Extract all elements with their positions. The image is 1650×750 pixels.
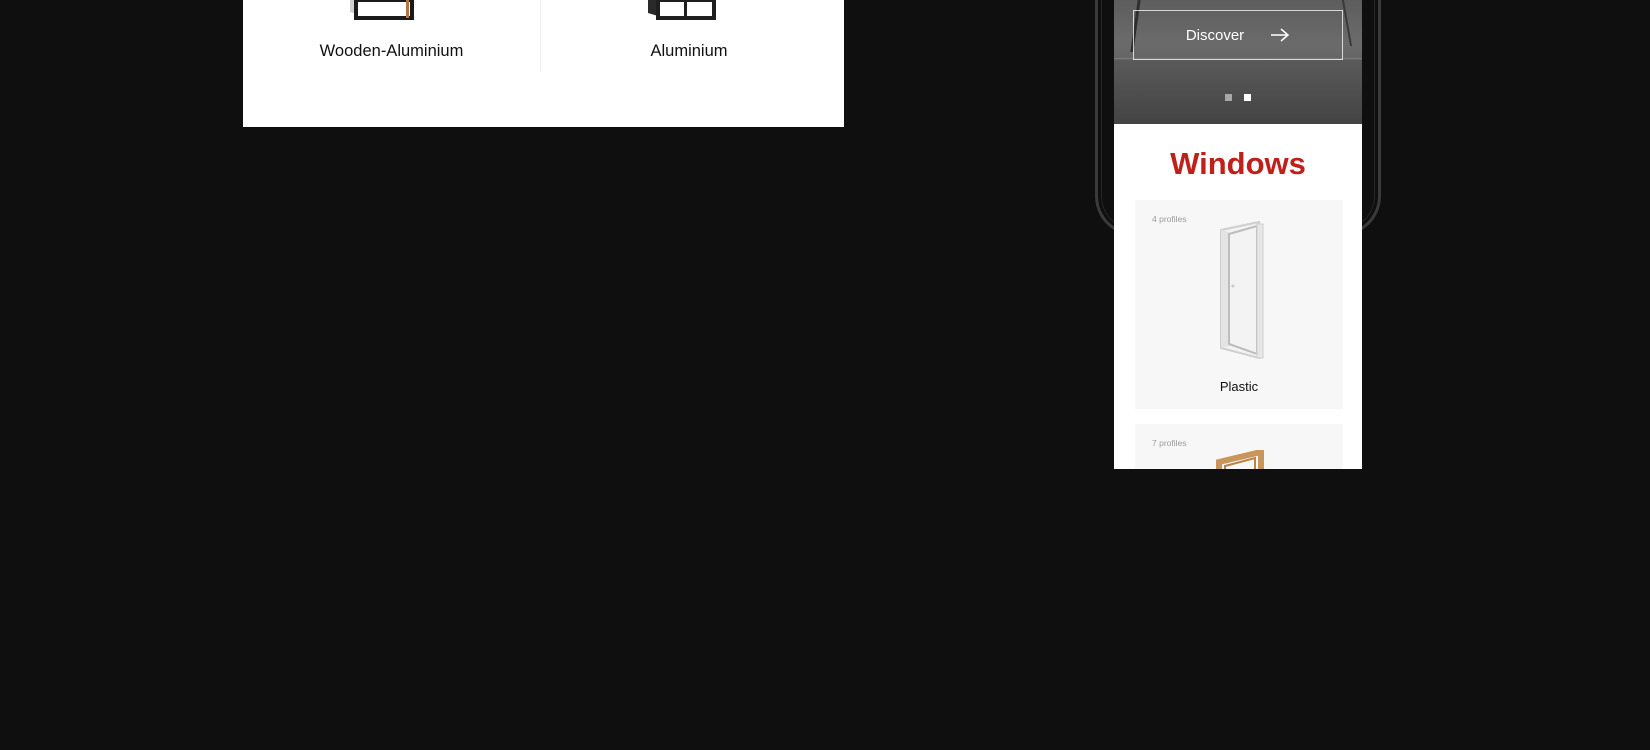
desktop-product-panel: Wooden-Aluminium Aluminium	[243, 0, 844, 127]
plastic-window-image	[1220, 220, 1264, 360]
discover-button[interactable]: Discover	[1133, 10, 1343, 60]
wood-window-image	[1216, 450, 1264, 469]
card-title: Plastic	[1219, 379, 1259, 394]
product-label: Wooden-Aluminium	[319, 42, 464, 60]
arrow-right-icon	[1271, 28, 1290, 42]
wooden-aluminium-window-image	[350, 0, 414, 20]
slider-pagination	[1114, 94, 1362, 101]
aluminium-window-image	[648, 0, 716, 20]
section-title: Windows	[1170, 146, 1306, 181]
slide-dot-1[interactable]	[1225, 94, 1232, 101]
profiles-count: 7 profiles	[1152, 438, 1187, 448]
product-aluminium[interactable]: Aluminium	[540, 0, 837, 72]
window-card-plastic[interactable]: 4 profiles Plastic	[1135, 200, 1343, 409]
product-wooden-aluminium[interactable]: Wooden-Aluminium	[243, 0, 540, 72]
phone-screen: Discover Windows 4 profiles Plastic 7 pr…	[1114, 0, 1362, 469]
hero-slider: Discover	[1114, 0, 1362, 124]
hero-floor	[1114, 60, 1362, 124]
discover-button-label: Discover	[1185, 26, 1245, 44]
hero-decor	[1341, 0, 1353, 46]
window-card-wood[interactable]: 7 profiles	[1135, 424, 1343, 469]
profiles-count: 4 profiles	[1152, 214, 1187, 224]
product-label: Aluminium	[650, 42, 728, 60]
slide-dot-2[interactable]	[1244, 94, 1251, 101]
